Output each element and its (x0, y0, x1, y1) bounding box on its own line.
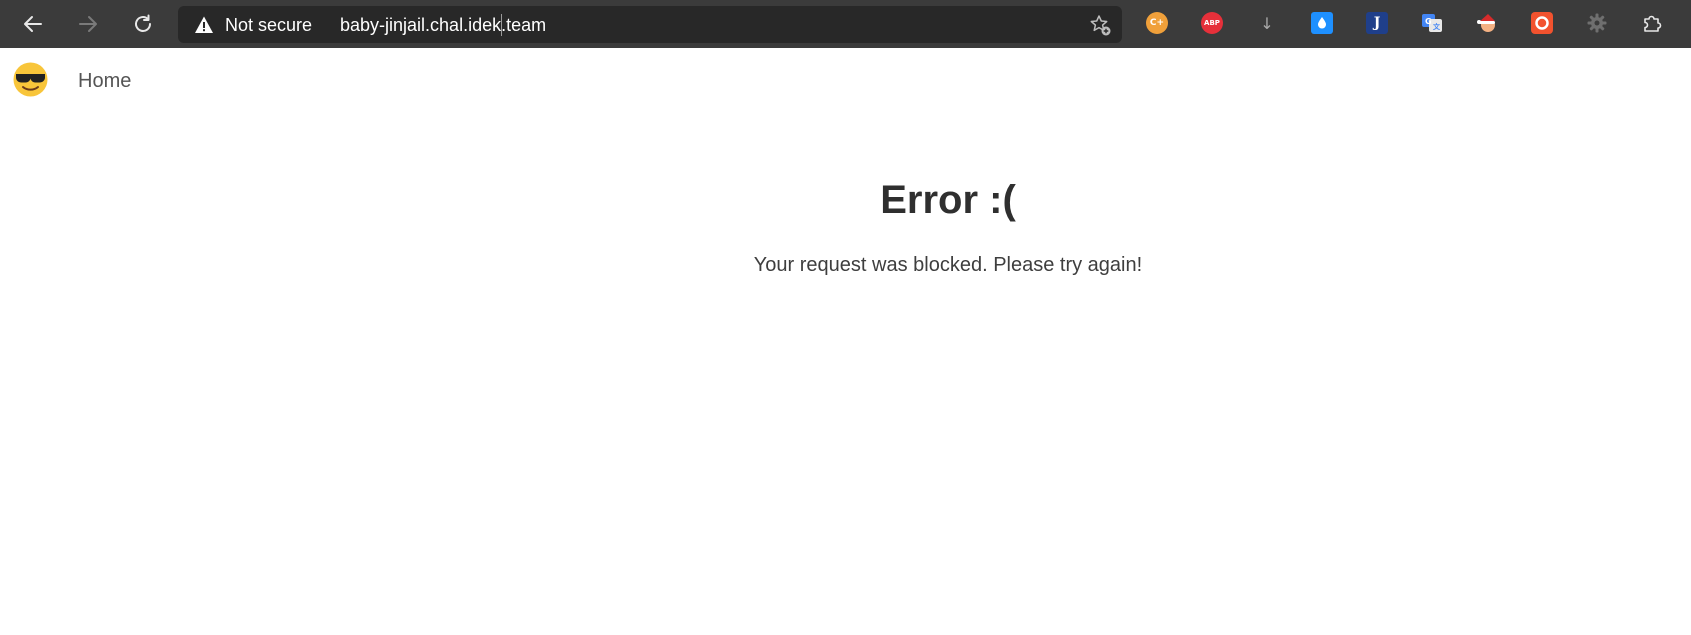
back-arrow-icon (24, 16, 42, 32)
error-message: Your request was blocked. Please try aga… (753, 254, 1143, 276)
security-status-label[interactable]: Not secure (225, 15, 312, 35)
gear-icon (1587, 13, 1607, 33)
warning-triangle-icon[interactable] (194, 15, 214, 35)
puzzle-icon (1644, 15, 1662, 32)
forward-button[interactable] (70, 6, 106, 42)
reload-icon (135, 14, 151, 32)
sunglasses-emoji-icon (13, 62, 48, 97)
j-extension-icon[interactable]: J (1366, 12, 1388, 34)
url-text[interactable]: baby-jinjail.chal.idek.team (340, 15, 546, 35)
translate-extension-icon[interactable]: G 文 (1421, 12, 1443, 34)
santa-face-icon (1477, 14, 1495, 32)
add-favorite-icon[interactable] (1088, 13, 1112, 37)
nav-link-home[interactable]: Home (78, 70, 131, 93)
ring-icon (1535, 16, 1549, 30)
site-navbar: Home (0, 48, 1691, 118)
svg-text:G: G (1425, 17, 1432, 26)
ring-extension-icon[interactable] (1531, 12, 1553, 34)
browser-toolbar: Not secure baby-jinjail.chal.idek.team C… (0, 0, 1691, 48)
svg-text:文: 文 (1433, 22, 1441, 31)
brand-logo[interactable] (12, 61, 49, 98)
forward-arrow-icon (79, 16, 97, 32)
translate-icon: G 文 (1422, 14, 1442, 32)
santa-extension-icon[interactable] (1476, 12, 1498, 34)
download-extension-icon[interactable]: ↓ (1256, 12, 1278, 34)
reload-button[interactable] (125, 6, 161, 42)
address-bar[interactable]: Not secure baby-jinjail.chal.idek.team (178, 6, 1122, 43)
water-drop-icon (1318, 17, 1326, 29)
back-button[interactable] (15, 6, 51, 42)
drop-extension-icon[interactable] (1311, 12, 1333, 34)
extensions-menu-button[interactable] (1641, 12, 1663, 34)
cplus-extension-icon[interactable]: C+ (1146, 12, 1168, 34)
adblock-plus-extension-icon[interactable]: ABP (1201, 12, 1223, 34)
gear-extension-icon[interactable] (1586, 12, 1608, 34)
error-heading: Error :( (880, 178, 1016, 222)
